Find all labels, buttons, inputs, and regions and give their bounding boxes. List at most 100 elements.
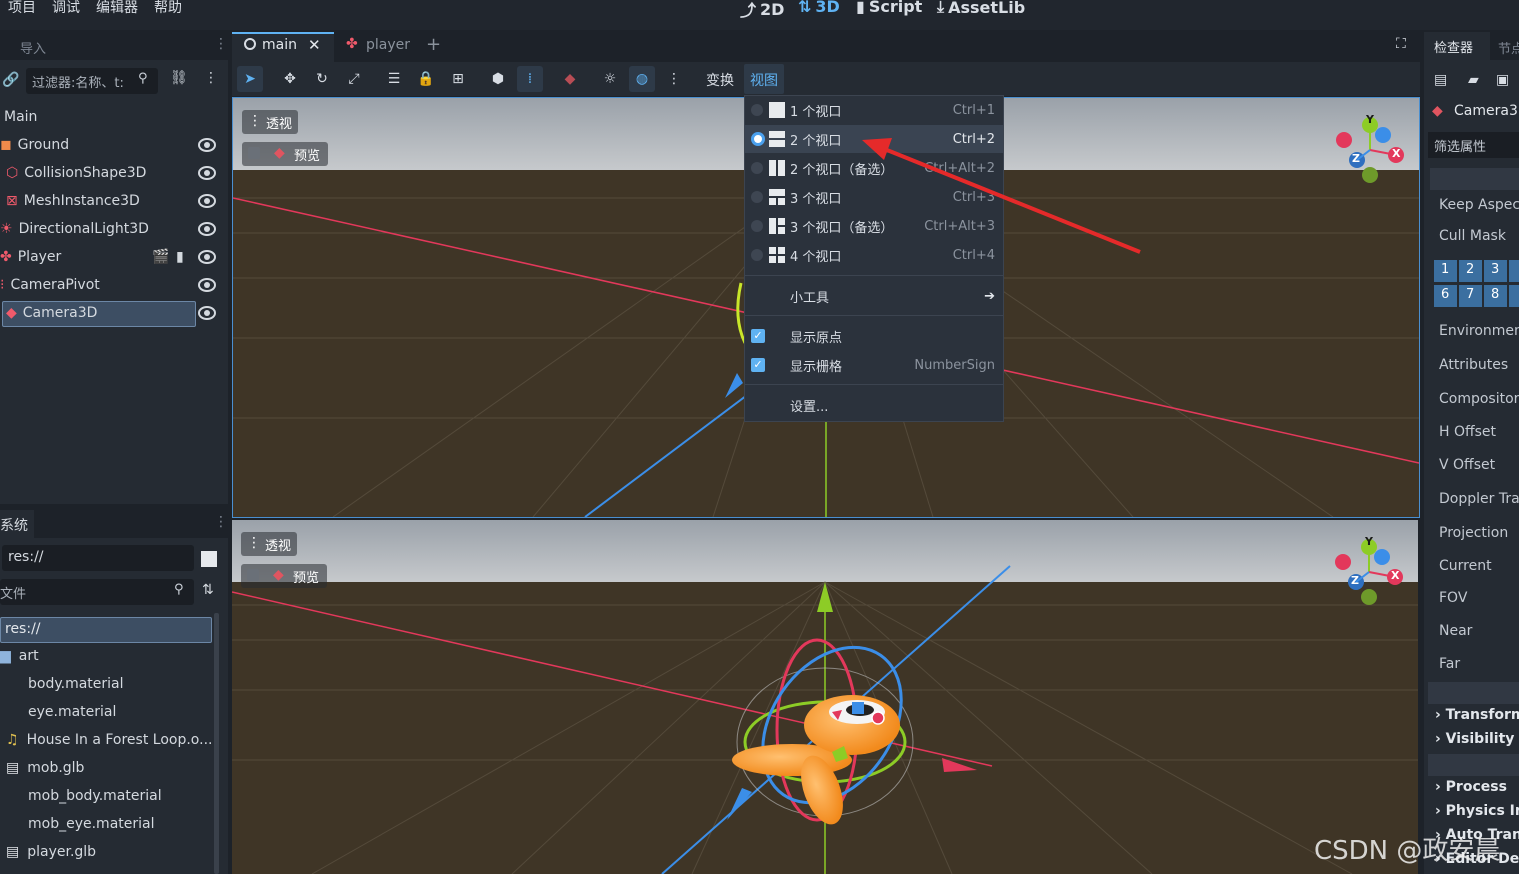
preview-toggle[interactable]: ◆ 预览 — [241, 564, 327, 588]
two-viewports-icon — [769, 131, 785, 147]
select-tool-icon[interactable]: ➤ — [237, 66, 263, 92]
submenu-arrow-icon: ➔ — [984, 288, 995, 304]
layer-button[interactable]: 3 — [1484, 260, 1507, 282]
tree-node-camera3d[interactable]: ◆ Camera3D — [6, 300, 224, 326]
open-folder-icon[interactable]: ▰ — [1468, 72, 1479, 88]
workspace-assetlib-button[interactable]: ⤓ AssetLib — [937, 0, 1025, 17]
menu-item-show-grid[interactable]: ✓ 显示栅格 NumberSign — [745, 351, 1003, 379]
menu-item-gizmos[interactable]: 小工具 ➔ — [745, 282, 1003, 310]
file-item[interactable]: mob_eye.material — [28, 811, 155, 837]
workspace-2d-button[interactable]: ⤴ 2D — [740, 0, 784, 21]
layer-button[interactable]: 7 — [1459, 285, 1482, 307]
gizmo-axis[interactable] — [1336, 132, 1352, 148]
tab-inspector[interactable]: 检查器 — [1424, 32, 1490, 60]
file-item[interactable]: mob_body.material — [28, 783, 162, 809]
visibility-eye-icon[interactable] — [198, 222, 216, 236]
scene-options-icon[interactable]: ⋮ — [204, 70, 218, 86]
move-tool-icon[interactable]: ✥ — [277, 66, 303, 92]
scrollbar[interactable] — [214, 613, 219, 874]
dock-menu-icon[interactable]: ⋮ — [214, 36, 228, 52]
visibility-eye-icon[interactable] — [198, 278, 216, 292]
group-icon[interactable]: ⊞ — [445, 66, 471, 92]
instance-scene-icon[interactable]: ⛓ — [170, 70, 188, 86]
tree-node-meshinstance3d[interactable]: ⊠ MeshInstance3D — [6, 188, 224, 214]
audio-icon: ♫ — [6, 732, 19, 748]
file-item[interactable]: eye.material — [28, 699, 116, 725]
file-item[interactable]: ▤ mob.glb — [6, 755, 84, 781]
file-item[interactable]: ♫ House In a Forest Loop.o... — [6, 727, 212, 753]
file-item[interactable]: ▤ player.glb — [6, 839, 96, 865]
rotate-tool-icon[interactable]: ↻ — [309, 66, 335, 92]
tree-node-player[interactable]: ✤ Player 🎬 ▮ — [0, 244, 224, 270]
cull-mask-grid[interactable]: 1 2 3 6 7 8 — [1434, 260, 1519, 308]
open-scene-icon[interactable]: 🎬 — [152, 249, 169, 265]
tab-import[interactable]: 导入 — [20, 38, 46, 57]
perspective-menu[interactable]: ⋮ 透视 — [242, 110, 298, 134]
tree-node-ground[interactable]: ◼ Ground — [0, 132, 224, 158]
filter-properties-input[interactable]: 筛选属性 — [1428, 132, 1519, 158]
layer-button[interactable]: 8 — [1484, 285, 1507, 307]
layer-button[interactable]: 2 — [1459, 260, 1482, 282]
tab-filesystem[interactable]: 系统 — [0, 510, 34, 538]
scale-tool-icon[interactable]: ⤢ — [341, 66, 367, 92]
path-field[interactable]: res:// — [2, 545, 194, 571]
file-item-art[interactable]: ▆ art — [0, 643, 39, 669]
visibility-eye-icon[interactable] — [198, 138, 216, 152]
tab-main[interactable]: main ✕ — [232, 32, 334, 62]
more-options-icon[interactable]: ⋮ — [661, 66, 687, 92]
file-search-input[interactable]: 文件 ⚲ — [0, 579, 194, 605]
preview-toggle[interactable]: ◆ 预览 — [242, 142, 328, 166]
tree-node-main[interactable]: Main — [4, 104, 37, 130]
camera-icon: ◆ — [274, 145, 285, 161]
tab-player[interactable]: ✤ player — [344, 32, 424, 60]
fullscreen-icon[interactable]: ⛶ — [1396, 36, 1406, 52]
tree-node-camerapivot[interactable]: ⁝ CameraPivot — [0, 272, 224, 298]
environment-icon[interactable]: ◍ — [629, 66, 655, 92]
script-attached-icon[interactable]: ▮ — [176, 249, 184, 265]
view-menu-button[interactable]: 视图 — [744, 64, 784, 94]
menu-item-settings[interactable]: 设置... — [745, 391, 1003, 419]
menu-project[interactable]: 项目 — [8, 0, 36, 17]
dock-menu-icon[interactable]: ⋮ — [214, 514, 228, 530]
checkbox[interactable] — [248, 147, 260, 159]
visibility-eye-icon[interactable] — [198, 166, 216, 180]
menu-debug[interactable]: 调试 — [52, 0, 80, 17]
scene-filter-input[interactable]: 过滤器:名称、t: ⚲ — [26, 68, 158, 94]
add-tab-icon[interactable]: + — [426, 34, 441, 55]
menu-item-1-viewport[interactable]: 1 个视口 Ctrl+1 — [745, 96, 1003, 124]
sort-icon[interactable]: ⇅ — [202, 582, 214, 598]
inspector-dock: 检查器 节点 ▤ ▰ ▣ ◆ Camera3D 筛选属性 1 2 3 6 7 8 — [1424, 32, 1519, 874]
root-row[interactable]: res:// — [0, 617, 212, 643]
menu-item-show-origin[interactable]: ✓ 显示原点 — [745, 322, 1003, 350]
tree-node-directionallight3d[interactable]: ☀ DirectionalLight3D — [0, 216, 224, 242]
snap-icon[interactable]: ⁞ — [517, 66, 543, 92]
list-select-icon[interactable]: ☰ — [381, 66, 407, 92]
toggle-split-icon[interactable] — [201, 551, 217, 567]
menu-help[interactable]: 帮助 — [154, 0, 182, 17]
tree-node-collisionshape3d[interactable]: ⬡ CollisionShape3D — [6, 160, 224, 186]
workspace-3d-button[interactable]: ⇅ 3D — [798, 0, 840, 16]
new-resource-icon[interactable]: ▤ — [1434, 72, 1447, 88]
save-icon[interactable]: ▣ — [1496, 72, 1509, 88]
layer-button[interactable]: 6 — [1434, 285, 1457, 307]
perspective-menu[interactable]: ⋮ 透视 — [241, 532, 297, 556]
local-space-icon[interactable]: ⬢ — [485, 66, 511, 92]
link-icon[interactable]: 🔗 — [2, 72, 19, 88]
close-icon[interactable]: ✕ — [308, 36, 321, 54]
viewport-bottom[interactable]: Y Z X ⋮ 透视 ◆ 预览 — [232, 520, 1418, 874]
file-item[interactable]: body.material — [28, 671, 124, 697]
visibility-eye-icon[interactable] — [198, 306, 216, 320]
visibility-eye-icon[interactable] — [198, 250, 216, 264]
menu-editor[interactable]: 编辑器 — [96, 0, 138, 17]
tab-node[interactable]: 节点 — [1498, 38, 1519, 57]
category-header — [1428, 754, 1519, 776]
editor-tab-bar: main ✕ ✤ player + ⛶ — [232, 32, 1420, 62]
visibility-eye-icon[interactable] — [198, 194, 216, 208]
layer-button[interactable]: 1 — [1434, 260, 1457, 282]
checkbox[interactable] — [247, 569, 259, 581]
lock-icon[interactable]: 🔒 — [413, 66, 439, 92]
camera-preview-icon[interactable]: ◆ — [557, 66, 583, 92]
workspace-script-button[interactable]: ▮ Script — [856, 0, 922, 16]
sun-icon[interactable]: ☼ — [597, 66, 623, 92]
transform-menu[interactable]: 变换 — [706, 70, 734, 90]
